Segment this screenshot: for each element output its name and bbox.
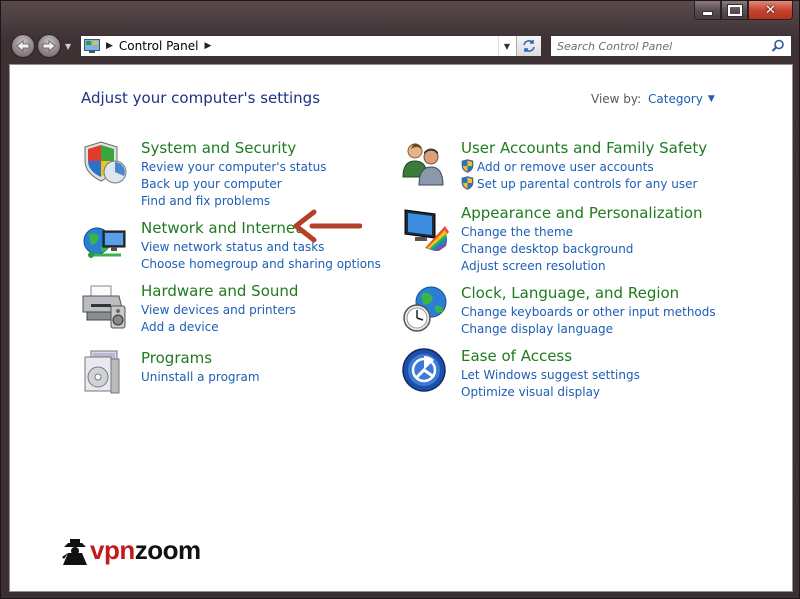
search-box	[550, 35, 792, 57]
address-bar[interactable]: ▶ Control Panel ▶ ▼	[80, 35, 542, 57]
breadcrumb-control-panel[interactable]: Control Panel	[119, 39, 199, 53]
logo-suffix: zoom	[134, 535, 201, 565]
forward-arrow-icon	[42, 40, 56, 52]
category-links: View devices and printers Add a device	[141, 302, 296, 336]
category-links: Uninstall a program	[141, 369, 260, 386]
maximize-icon	[726, 3, 743, 17]
link-add-remove-users[interactable]: Add or remove user accounts	[461, 159, 697, 176]
link-desktop-background[interactable]: Change desktop background	[461, 241, 633, 258]
page-title: Adjust your computer's settings	[81, 89, 321, 107]
link-optimize-visual[interactable]: Optimize visual display	[461, 384, 640, 401]
search-input[interactable]	[551, 38, 769, 54]
link-change-keyboards[interactable]: Change keyboards or other input methods	[461, 304, 716, 321]
spy-figure-icon	[62, 538, 87, 565]
category-title[interactable]: Appearance and Personalization	[461, 204, 703, 222]
navigation-buttons: ▼	[11, 34, 71, 58]
link-homegroup-sharing[interactable]: Choose homegroup and sharing options	[141, 256, 381, 273]
refresh-button[interactable]	[516, 36, 541, 56]
vpnzoom-logo: vpnzoom	[60, 535, 201, 566]
link-parental-controls[interactable]: Set up parental controls for any user	[461, 176, 697, 193]
forward-button[interactable]	[37, 34, 61, 58]
programs-icon	[84, 350, 120, 394]
chevron-down-icon: ▼	[707, 94, 715, 104]
category-title[interactable]: User Accounts and Family Safety	[461, 139, 707, 157]
back-button[interactable]	[11, 34, 35, 58]
close-icon: ✕	[765, 2, 776, 18]
control-panel-icon	[84, 39, 100, 53]
maximize-button[interactable]	[721, 1, 748, 20]
ease-of-access-icon	[402, 348, 446, 392]
link-find-fix-problems[interactable]: Find and fix problems	[141, 193, 327, 210]
link-review-status[interactable]: Review your computer's status	[141, 159, 327, 176]
link-display-language[interactable]: Change display language	[461, 321, 716, 338]
window-frame: ✕ ▼ ▶ Control Panel ▶ ▼ Search Control P…	[0, 0, 800, 599]
search-icon[interactable]	[771, 39, 785, 53]
shield-icon	[84, 141, 127, 184]
recent-pages-dropdown[interactable]: ▼	[65, 42, 71, 51]
category-title[interactable]: Network and Internet	[141, 219, 301, 237]
category-links: Add or remove user accounts Set up paren…	[461, 159, 697, 193]
category-links: Change keyboards or other input methods …	[461, 304, 716, 338]
link-screen-resolution[interactable]: Adjust screen resolution	[461, 258, 633, 275]
link-uninstall-program[interactable]: Uninstall a program	[141, 369, 260, 386]
category-links: Review your computer's status Back up yo…	[141, 159, 327, 210]
category-links: View network status and tasks Choose hom…	[141, 239, 381, 273]
category-title[interactable]: Clock, Language, and Region	[461, 284, 679, 302]
clock-globe-icon	[403, 286, 447, 332]
category-title[interactable]: System and Security	[141, 139, 296, 157]
window-controls: ✕	[694, 1, 793, 21]
uac-shield-icon	[461, 159, 474, 173]
users-icon	[402, 143, 444, 186]
close-button[interactable]: ✕	[748, 1, 793, 20]
view-by-value: Category	[648, 92, 703, 106]
minimize-icon	[702, 10, 713, 16]
monitor-palette-icon	[404, 209, 449, 251]
link-suggest-settings[interactable]: Let Windows suggest settings	[461, 367, 640, 384]
logo-prefix: vpn	[90, 535, 135, 565]
address-dropdown-icon[interactable]: ▼	[498, 36, 515, 56]
minimize-button[interactable]	[694, 1, 721, 20]
printer-icon	[82, 285, 126, 329]
content-pane: Adjust your computer's settings View by:…	[9, 64, 793, 592]
uac-shield-icon	[461, 176, 474, 190]
breadcrumb-separator-icon: ▶	[106, 41, 113, 51]
link-label: Set up parental controls for any user	[477, 177, 698, 191]
back-arrow-icon	[16, 40, 30, 52]
view-by-label: View by:	[591, 92, 642, 106]
link-backup[interactable]: Back up your computer	[141, 176, 327, 193]
refresh-icon	[523, 40, 535, 52]
category-links: Let Windows suggest settings Optimize vi…	[461, 367, 640, 401]
category-title[interactable]: Hardware and Sound	[141, 282, 298, 300]
category-title[interactable]: Programs	[141, 349, 212, 367]
link-label: Add or remove user accounts	[477, 160, 654, 174]
network-globe-icon	[83, 227, 126, 258]
link-devices-printers[interactable]: View devices and printers	[141, 302, 296, 319]
category-title[interactable]: Ease of Access	[461, 347, 572, 365]
category-links: Change the theme Change desktop backgrou…	[461, 224, 633, 275]
breadcrumb-separator-icon[interactable]: ▶	[205, 41, 212, 51]
vpnzoom-wordmark: vpnzoom	[90, 535, 201, 566]
link-add-device[interactable]: Add a device	[141, 319, 296, 336]
view-by-dropdown[interactable]: Category ▼	[648, 92, 715, 106]
annotation-arrow-icon	[293, 209, 362, 243]
link-change-theme[interactable]: Change the theme	[461, 224, 633, 241]
